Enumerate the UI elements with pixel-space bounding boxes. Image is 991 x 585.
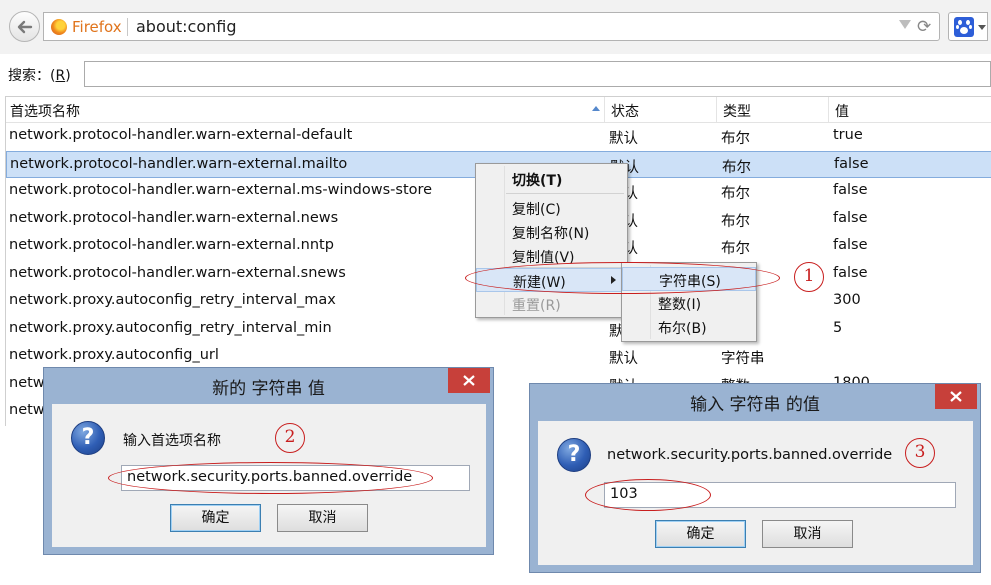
cancel-button[interactable]: 取消 [762, 520, 853, 548]
annotation-ellipse [465, 262, 780, 294]
menu-item-copy[interactable]: 复制(C) [476, 196, 627, 220]
menu-separator [506, 193, 624, 194]
step-3-marker: 3 [905, 438, 935, 468]
column-divider[interactable] [828, 97, 829, 122]
ok-button[interactable]: 确定 [170, 504, 261, 532]
column-header-value[interactable]: 值 [835, 101, 849, 121]
close-icon [463, 375, 475, 386]
menu-item-label: 整数(I) [658, 297, 702, 313]
submenu-item-boolean[interactable]: 布尔(B) [622, 315, 756, 339]
question-icon: ? [557, 438, 591, 472]
pref-value-cell: 5 [833, 319, 843, 336]
dialog-prompt: 输入首选项名称 [123, 433, 221, 449]
identity-label[interactable]: Firefox [72, 18, 122, 36]
pref-value-cell: false [834, 155, 869, 172]
menu-item-label: 重置(R) [512, 298, 561, 314]
pref-name-cell: network.protocol-handler.warn-external.s… [9, 264, 346, 281]
menu-item-toggle[interactable]: 切换(T) [476, 167, 627, 191]
menu-item-label: 布尔(B) [658, 321, 707, 337]
pref-value-cell: false [833, 209, 868, 226]
pref-name-cell: network.proxy.autoconfig_retry_interval_… [9, 319, 332, 336]
pref-name-cell: network.proxy.autoconfig_retry_interval_… [9, 292, 336, 308]
dialog-title: 新的 字符串 值 [212, 379, 325, 399]
search-input[interactable] [84, 61, 991, 87]
close-button[interactable] [448, 368, 490, 393]
dialog-prompt: network.security.ports.banned.override [607, 447, 893, 463]
pref-value-cell: false [833, 237, 868, 253]
close-button[interactable] [935, 384, 977, 409]
column-divider[interactable] [716, 97, 717, 122]
reload-icon[interactable]: ⟳ [917, 17, 931, 37]
context-menu: 切换(T) 复制(C) 复制名称(N) 复制值(V) 新建(W) 重置(R) [475, 163, 628, 318]
annotation-ellipse [585, 479, 711, 511]
dialog-body: ? 输入首选项名称 2 network.security.ports.banne… [52, 404, 486, 547]
history-dropdown-icon[interactable] [899, 20, 911, 29]
string-value-dialog: 输入 字符串 的值 ? network.security.ports.banne… [529, 383, 981, 573]
pref-name-cell: network.protocol-handler.warn-external-d… [9, 127, 353, 143]
pref-type-cell: 布尔 [721, 213, 750, 230]
dialog-body: ? network.security.ports.banned.override… [538, 421, 973, 565]
browser-toolbar: Firefox about:config ⟳ [0, 0, 991, 54]
url-bar[interactable]: Firefox about:config ⟳ [43, 12, 940, 41]
baidu-paw-icon [954, 17, 974, 37]
table-row[interactable]: network.proxy.autoconfig_url 默认 字符串 [6, 343, 991, 370]
menu-item-copy-name[interactable]: 复制名称(N) [476, 220, 627, 244]
pref-type-cell: 布尔 [721, 131, 750, 147]
pref-name-cell: network.protocol-handler.warn-external.n… [9, 237, 334, 253]
table-row[interactable]: network.proxy.autoconfig_retry_interval_… [6, 316, 991, 343]
close-icon [950, 391, 962, 402]
step-1-marker: 1 [794, 262, 824, 292]
column-divider[interactable] [604, 97, 605, 122]
pref-name-cell: network.proxy.autoconfig_url [9, 347, 219, 363]
pref-value-cell: false [833, 182, 868, 198]
new-string-dialog: 新的 字符串 值 ? 输入首选项名称 2 network.security.po… [43, 367, 494, 555]
question-icon: ? [71, 421, 105, 455]
pref-value-cell: false [833, 264, 868, 281]
menu-item-label: 复制(C) [512, 202, 561, 218]
dialog-title: 输入 字符串 的值 [690, 395, 820, 415]
column-header-type[interactable]: 类型 [723, 101, 751, 121]
annotation-ellipse [108, 462, 433, 494]
search-label: 搜索：(R) [8, 68, 71, 84]
pref-value-cell: true [833, 127, 863, 143]
pref-type-cell: 布尔 [721, 241, 750, 257]
pref-type-cell: 布尔 [722, 159, 751, 176]
back-button[interactable] [9, 11, 40, 42]
column-header-state[interactable]: 状态 [611, 101, 639, 121]
submenu-item-integer[interactable]: 整数(I) [622, 291, 756, 315]
pref-type-cell: 字符串 [721, 351, 765, 367]
pref-name-cell: network.protocol-handler.warn-external.m… [10, 155, 348, 172]
url-separator [127, 18, 128, 36]
menu-item-reset: 重置(R) [476, 292, 627, 316]
menu-item-label: 切换(T) [512, 173, 563, 189]
pref-name-cell: network.protocol-handler.warn-external.n… [9, 209, 339, 226]
menu-item-label: 复制名称(N) [512, 226, 590, 242]
pref-state-cell: 默认 [609, 351, 638, 367]
pref-name-cell: network.protocol-handler.warn-external.m… [9, 182, 433, 198]
sort-ascending-icon [592, 106, 600, 111]
pref-state-cell: 默认 [609, 131, 638, 147]
firefox-logo-icon [51, 19, 67, 35]
cancel-button[interactable]: 取消 [277, 504, 368, 532]
pref-type-cell: 布尔 [721, 186, 750, 202]
table-header: 首选项名称 状态 类型 值 [6, 97, 991, 123]
pref-value-cell: 300 [833, 292, 861, 308]
ok-button[interactable]: 确定 [655, 520, 746, 548]
column-header-name[interactable]: 首选项名称 [10, 101, 80, 121]
chevron-down-icon [978, 25, 986, 30]
table-row[interactable]: network.protocol-handler.warn-external-d… [6, 123, 991, 150]
search-engine-selector[interactable] [948, 12, 988, 41]
url-text[interactable]: about:config [136, 17, 237, 36]
step-2-marker: 2 [275, 423, 305, 453]
back-arrow-icon [17, 20, 33, 34]
